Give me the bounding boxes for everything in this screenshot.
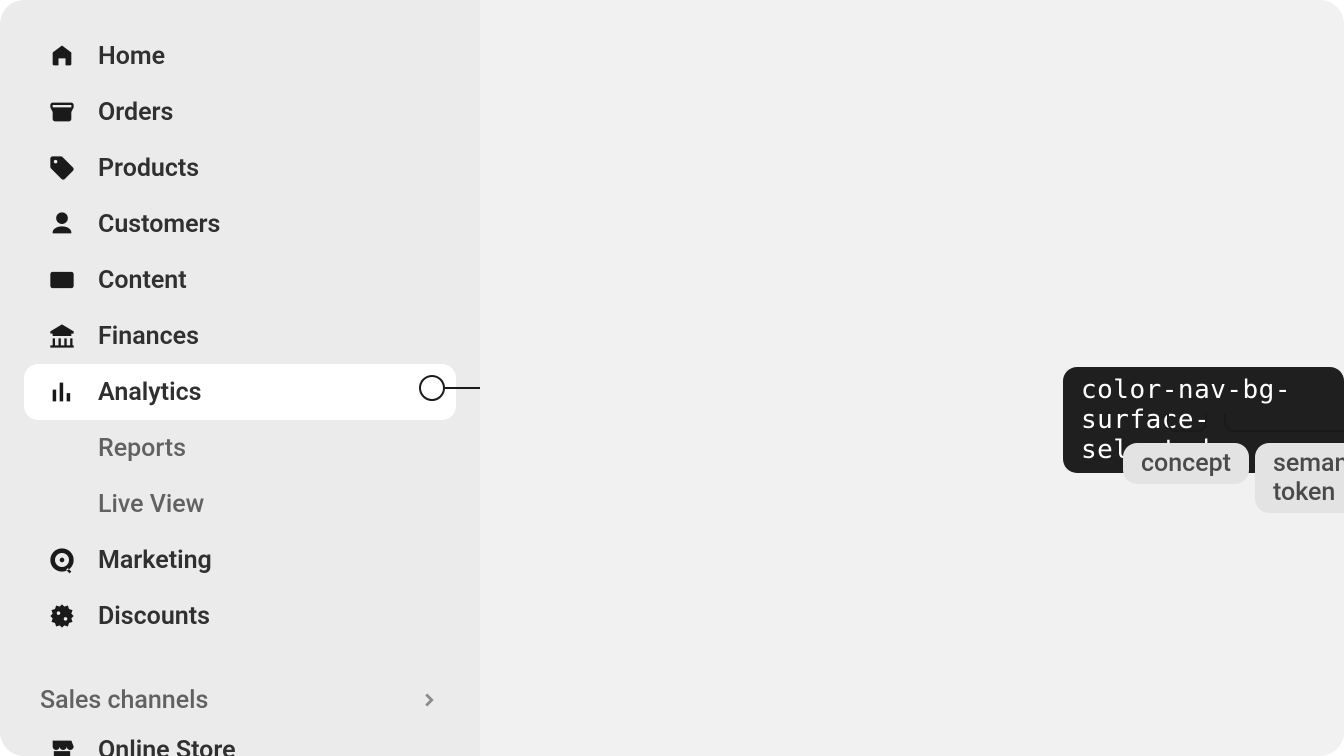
- sidebar-item-content[interactable]: Content: [0, 252, 480, 308]
- sidebar-item-label: Finances: [98, 322, 199, 351]
- sidebar-item-label: Analytics: [98, 378, 201, 407]
- tag-label: concept: [1141, 449, 1231, 478]
- customers-icon: [48, 210, 76, 238]
- home-icon: [48, 42, 76, 70]
- tag-concept: concept: [1123, 443, 1249, 484]
- app-frame: Home Orders Products Customers Content: [0, 0, 1344, 756]
- sidebar-item-finances[interactable]: Finances: [0, 308, 480, 364]
- sidebar-item-products[interactable]: Products: [0, 140, 480, 196]
- annotation-marker: [419, 375, 445, 401]
- sidebar-item-label: Home: [98, 42, 165, 71]
- sidebar-item-label: Orders: [98, 98, 173, 127]
- sidebar-item-orders[interactable]: Orders: [0, 84, 480, 140]
- sidebar-item-label: Online Store: [98, 736, 236, 756]
- content-icon: [48, 266, 76, 294]
- tag-semantic-token: semantic token: [1255, 443, 1344, 513]
- discounts-icon: [48, 602, 76, 630]
- orders-icon: [48, 98, 76, 126]
- sidebar: Home Orders Products Customers Content: [0, 0, 480, 756]
- sidebar-item-marketing[interactable]: Marketing: [0, 532, 480, 588]
- analytics-icon: [48, 378, 76, 406]
- sidebar-item-home[interactable]: Home: [0, 28, 480, 84]
- sidebar-item-label: Content: [98, 266, 187, 295]
- section-header-label: Sales channels: [40, 686, 208, 715]
- store-icon: [48, 736, 76, 756]
- sidebar-subitem-label: Live View: [98, 490, 204, 519]
- sidebar-subitem-label: Reports: [98, 434, 186, 463]
- sidebar-item-label: Marketing: [98, 546, 212, 575]
- annotation-bracket-concept: [1167, 414, 1207, 432]
- products-icon: [48, 154, 76, 182]
- main-canvas: color-nav-bg-surface-selected concept se…: [480, 0, 1344, 756]
- sidebar-item-customers[interactable]: Customers: [0, 196, 480, 252]
- marketing-icon: [48, 546, 76, 574]
- sidebar-subitem-reports[interactable]: Reports: [0, 420, 480, 476]
- section-header-sales-channels[interactable]: Sales channels: [0, 656, 480, 716]
- sidebar-item-online-store[interactable]: Online Store: [0, 722, 480, 756]
- sidebar-item-discounts[interactable]: Discounts: [0, 588, 480, 644]
- sidebar-item-label: Products: [98, 154, 199, 183]
- annotation-bracket-semantic: [1224, 414, 1344, 432]
- chevron-right-icon: [418, 689, 440, 711]
- sidebar-item-label: Discounts: [98, 602, 210, 631]
- finances-icon: [48, 322, 76, 350]
- sidebar-subitem-live-view[interactable]: Live View: [0, 476, 480, 532]
- sidebar-item-label: Customers: [98, 210, 220, 239]
- tag-label: semantic token: [1273, 449, 1344, 507]
- sidebar-item-analytics[interactable]: Analytics: [24, 364, 456, 420]
